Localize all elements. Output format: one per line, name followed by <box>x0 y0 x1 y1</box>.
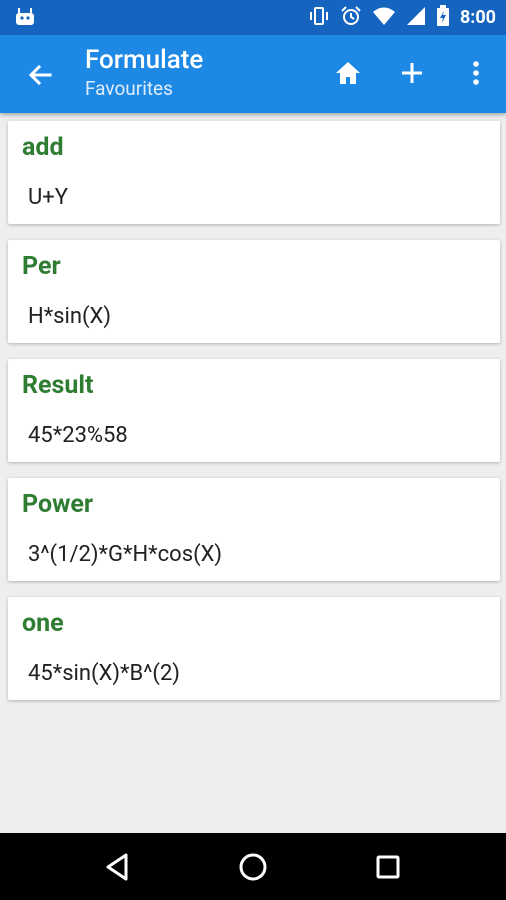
formula-name: one <box>22 609 64 638</box>
more-vert-icon[interactable] <box>458 55 494 91</box>
status-bar: 8:00 <box>0 0 506 35</box>
navigation-bar <box>0 833 506 900</box>
home-circle-icon[interactable] <box>229 843 277 891</box>
formula-expression: 45*sin(X)*B^(2) <box>28 661 180 686</box>
back-icon[interactable] <box>94 843 142 891</box>
formula-card-one[interactable]: one 45*sin(X)*B^(2) <box>8 597 500 700</box>
alarm-icon <box>340 5 362 31</box>
vibrate-icon <box>308 6 330 30</box>
app-title: Formulate <box>85 45 204 75</box>
formula-name: Per <box>22 252 61 281</box>
formula-name: Result <box>22 371 94 400</box>
formula-expression: 3^(1/2)*G*H*cos(X) <box>28 542 223 567</box>
android-debug-icon <box>14 7 36 31</box>
status-time: 8:00 <box>459 7 496 28</box>
formula-name: add <box>22 133 64 162</box>
formula-name: Power <box>22 490 94 519</box>
app-bar: Formulate Favourites <box>0 35 506 113</box>
app-subtitle: Favourites <box>85 77 173 100</box>
home-icon[interactable] <box>330 55 366 91</box>
formula-expression: 45*23%58 <box>28 423 128 448</box>
recents-icon[interactable] <box>364 843 412 891</box>
formula-card-per[interactable]: Per H*sin(X) <box>8 240 500 343</box>
battery-icon <box>436 4 450 31</box>
formula-list: add U+Y Per H*sin(X) Result 45*23%58 Pow… <box>8 121 500 716</box>
formula-card-power[interactable]: Power 3^(1/2)*G*H*cos(X) <box>8 478 500 581</box>
wifi-icon <box>372 6 396 30</box>
signal-icon <box>406 6 426 30</box>
add-icon[interactable] <box>394 55 430 91</box>
back-arrow-icon[interactable] <box>22 57 58 93</box>
formula-card-result[interactable]: Result 45*23%58 <box>8 359 500 462</box>
formula-card-add[interactable]: add U+Y <box>8 121 500 224</box>
formula-expression: H*sin(X) <box>28 304 112 329</box>
formula-expression: U+Y <box>28 185 68 210</box>
